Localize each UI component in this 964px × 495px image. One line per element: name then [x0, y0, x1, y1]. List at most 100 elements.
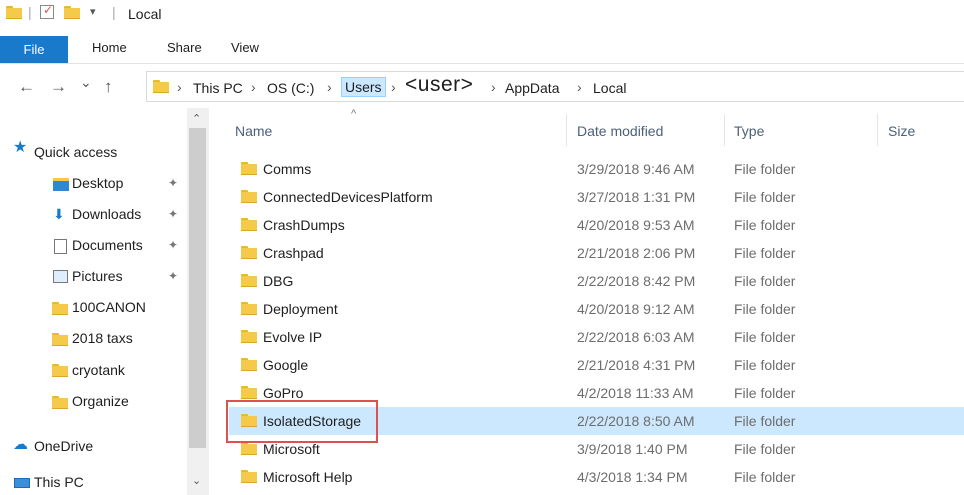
folder-icon: [241, 442, 257, 455]
tab-view[interactable]: View: [231, 40, 259, 55]
item-type: File folder: [734, 161, 796, 177]
item-name: Google: [263, 357, 309, 373]
column-header-size[interactable]: Size: [888, 123, 915, 139]
chevron-right-icon: ›: [251, 79, 256, 95]
folder-icon: [241, 330, 257, 343]
sidebar-scrollbar[interactable]: ⌃ ⌄: [187, 108, 209, 495]
chevron-right-icon: ›: [491, 79, 496, 95]
item-type: File folder: [734, 273, 796, 289]
list-item[interactable]: Deployment 4/20/2018 9:12 AM File folder: [229, 295, 964, 323]
pin-icon[interactable]: ✦: [168, 269, 178, 283]
pin-icon[interactable]: ✦: [168, 176, 178, 190]
list-item[interactable]: CrashDumps 4/20/2018 9:53 AM File folder: [229, 211, 964, 239]
breadcrumb-user[interactable]: <user>: [405, 73, 473, 97]
scroll-down-icon[interactable]: ⌄: [192, 474, 201, 487]
sidebar-item-quick-access[interactable]: Quick access: [34, 144, 117, 160]
tab-home[interactable]: Home: [92, 40, 127, 55]
breadcrumb-this-pc[interactable]: This PC: [193, 80, 243, 96]
tab-file[interactable]: File: [0, 36, 68, 63]
item-date: 4/2/2018 11:33 AM: [577, 385, 694, 401]
item-name: Microsoft: [263, 441, 320, 457]
item-date: 2/22/2018 6:03 AM: [577, 329, 695, 345]
chevron-right-icon: ›: [327, 79, 332, 95]
list-item[interactable]: Google 2/21/2018 4:31 PM File folder: [229, 351, 964, 379]
scroll-up-icon[interactable]: ⌃: [192, 112, 201, 125]
item-name: CrashDumps: [263, 217, 345, 233]
up-arrow-icon[interactable]: ↑: [104, 77, 113, 97]
folder-icon: [52, 396, 68, 409]
folder-icon: [241, 190, 257, 203]
ribbon-tabs: File Home Share View: [0, 36, 964, 64]
item-type: File folder: [734, 329, 796, 345]
folder-icon: [241, 246, 257, 259]
recent-locations-icon[interactable]: ⌄: [80, 74, 92, 91]
list-item[interactable]: ConnectedDevicesPlatform 3/27/2018 1:31 P…: [229, 183, 964, 211]
folder-icon: [241, 274, 257, 287]
item-date: 4/3/2018 1:34 PM: [577, 469, 688, 485]
item-type: File folder: [734, 441, 796, 457]
sidebar-item-pictures[interactable]: Pictures: [72, 268, 123, 284]
folder-icon: [241, 358, 257, 371]
list-item[interactable]: Microsoft Help 4/3/2018 1:34 PM File folde…: [229, 463, 964, 491]
chevron-right-icon: ›: [391, 79, 396, 95]
customize-quick-access-icon[interactable]: ▾: [90, 5, 96, 18]
sidebar-item-100canon[interactable]: 100CANON: [72, 299, 146, 315]
folder-icon: [6, 6, 22, 19]
item-type: File folder: [734, 301, 796, 317]
folder-icon: [241, 470, 257, 483]
breadcrumb-users[interactable]: Users: [341, 77, 386, 97]
sidebar-item-onedrive[interactable]: OneDrive: [34, 438, 93, 454]
item-date: 2/22/2018 8:42 PM: [577, 273, 696, 289]
tab-share[interactable]: Share: [167, 40, 202, 55]
column-divider[interactable]: [877, 114, 878, 146]
sidebar-item-desktop[interactable]: Desktop: [72, 175, 123, 191]
scrollbar-thumb[interactable]: [189, 128, 206, 448]
documents-icon: [54, 239, 67, 254]
pin-icon[interactable]: ✦: [168, 207, 178, 221]
breadcrumb-local[interactable]: Local: [593, 80, 626, 96]
column-header-type[interactable]: Type: [734, 123, 764, 139]
navigation-pane: ★ Quick access Desktop ✦ ⬇ Downloads ✦ D…: [0, 108, 214, 495]
item-date: 2/22/2018 8:50 AM: [577, 413, 695, 429]
item-type: File folder: [734, 413, 796, 429]
folder-icon: [241, 162, 257, 175]
item-name: Deployment: [263, 301, 338, 317]
item-type: File folder: [734, 245, 796, 261]
sidebar-item-downloads[interactable]: Downloads: [72, 206, 141, 222]
sidebar-item-cryotank[interactable]: cryotank: [72, 362, 125, 378]
item-name: Comms: [263, 161, 312, 177]
column-header-date-modified[interactable]: Date modified: [577, 123, 663, 139]
forward-arrow-icon[interactable]: →: [50, 77, 67, 97]
folder-icon: [52, 364, 68, 377]
list-item[interactable]: Crashpad 2/21/2018 2:06 PM File folder: [229, 239, 964, 267]
breadcrumb-appdata[interactable]: AppData: [505, 80, 559, 96]
star-icon: ★: [13, 139, 28, 156]
chevron-right-icon: ›: [177, 79, 182, 95]
column-divider[interactable]: [724, 114, 725, 146]
item-name: Evolve IP: [263, 329, 323, 345]
window-title: Local: [128, 6, 162, 22]
pin-icon[interactable]: ✦: [168, 238, 178, 252]
sidebar-item-organize[interactable]: Organize: [72, 393, 129, 409]
back-arrow-icon[interactable]: ←: [18, 77, 35, 97]
column-divider[interactable]: [566, 114, 567, 146]
chevron-right-icon: ›: [577, 79, 582, 95]
item-type: File folder: [734, 217, 796, 233]
list-item[interactable]: Evolve IP 2/22/2018 6:03 AM File folder: [229, 323, 964, 351]
new-folder-icon[interactable]: [64, 6, 80, 19]
sidebar-item-documents[interactable]: Documents: [72, 237, 143, 253]
list-item[interactable]: DBG 2/22/2018 8:42 PM File folder: [229, 267, 964, 295]
sidebar-item-this-pc[interactable]: This PC: [34, 474, 84, 490]
properties-icon[interactable]: ✓: [40, 3, 54, 19]
item-date: 2/21/2018 4:31 PM: [577, 357, 696, 373]
breadcrumb-os-c[interactable]: OS (C:): [267, 80, 314, 96]
folder-icon: [241, 302, 257, 315]
item-name: ConnectedDevicesPlatform: [263, 189, 433, 205]
sort-ascending-icon: ^: [351, 108, 357, 120]
list-item[interactable]: Comms 3/29/2018 9:46 AM File folder: [229, 155, 964, 183]
item-date: 2/21/2018 2:06 PM: [577, 245, 696, 261]
address-bar[interactable]: › This PC › OS (C:) › Users › <user> › A…: [146, 71, 964, 102]
column-header-name[interactable]: Name: [235, 123, 272, 139]
folder-icon: [52, 333, 68, 346]
sidebar-item-2018-taxs[interactable]: 2018 taxs: [72, 330, 133, 346]
